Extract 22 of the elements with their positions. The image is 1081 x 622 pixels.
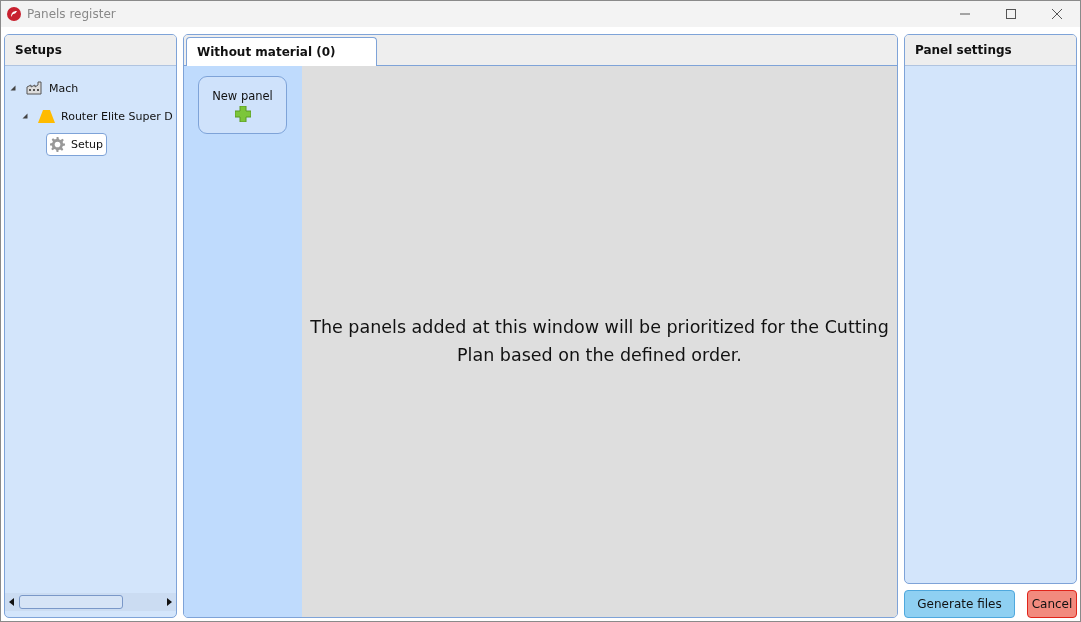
info-message: The panels added at this window will be prioritized for the Cutting Plan based on the defined order. [309,316,890,367]
scroll-right-icon[interactable] [166,598,172,606]
plus-icon [234,106,251,122]
panel-header: Panel settings [905,35,1076,66]
app-logo-icon [7,7,21,21]
maximize-icon [1005,8,1017,20]
window-title: Panels register [27,7,117,21]
expand-arrow-icon[interactable] [8,83,18,93]
generate-files-button[interactable]: Generate files [904,590,1015,618]
gear-icon [50,136,65,152]
horizontal-scrollbar[interactable] [5,593,176,611]
cancel-button[interactable]: Cancel [1027,590,1077,618]
close-icon [1051,8,1063,20]
scroll-left-icon[interactable] [9,598,15,606]
tree-item[interactable]: Router Elite Super D [34,105,176,127]
tree-item[interactable]: Setup [46,132,108,156]
tab[interactable]: Without material (0) [186,37,377,66]
expand-arrow-icon[interactable] [20,111,30,121]
panel-header: Setups [5,35,176,66]
new-panel-button[interactable]: New panel [198,76,287,134]
factory-icon [26,81,43,95]
tree-item[interactable]: Mach [22,77,83,99]
